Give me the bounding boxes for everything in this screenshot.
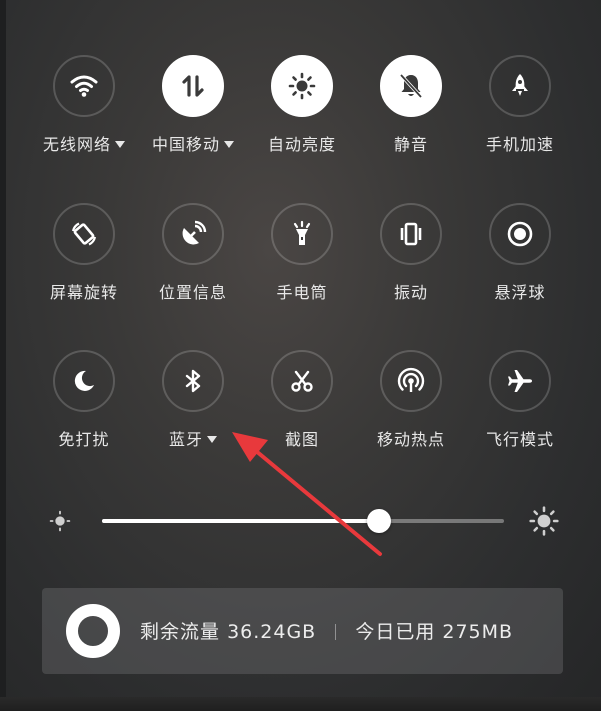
data-usage-ring-icon <box>66 603 120 658</box>
vibrate-toggle-circle[interactable] <box>380 203 442 265</box>
phone-boost-toggle-circle[interactable] <box>489 55 551 117</box>
wifi-icon <box>70 75 98 97</box>
brightness-high-icon <box>529 506 559 536</box>
toggle-bluetooth[interactable]: 蓝牙 <box>140 350 250 470</box>
auto-brightness-label: 自动亮度 <box>267 135 336 154</box>
do-not-disturb-label: 免打扰 <box>58 430 110 449</box>
remaining-data-value: 36.24GB <box>227 621 317 643</box>
brightness-slider-fill <box>102 519 380 523</box>
toggle-location[interactable]: 位置信息 <box>140 203 250 323</box>
moon-icon <box>74 370 94 391</box>
floating-ball-label: 悬浮球 <box>494 283 546 302</box>
hotspot-toggle-circle[interactable] <box>380 350 442 412</box>
data-usage-text: 剩余流量 36.24GB 今日已用 275MB <box>140 617 513 644</box>
floating-ball-icon <box>507 221 533 247</box>
wifi-label: 无线网络 <box>31 131 137 155</box>
mobile-data-label: 中国移动 <box>140 131 246 155</box>
today-usage-value: 275MB <box>442 621 514 643</box>
mobile-data-label-text: 中国移动 <box>151 135 220 154</box>
screenshot-label: 截图 <box>284 430 319 449</box>
vibrate-label: 振动 <box>393 283 428 302</box>
mute-bell-icon <box>399 73 423 99</box>
location-label: 位置信息 <box>158 283 227 302</box>
phone-boost-label: 手机加速 <box>485 135 554 154</box>
toggle-wifi[interactable]: 无线网络 <box>31 55 141 175</box>
brightness-low-icon <box>49 510 71 532</box>
scissors-icon <box>291 370 313 392</box>
brightness-slider-track[interactable] <box>102 519 504 523</box>
remaining-data-label: 剩余流量 <box>140 621 221 643</box>
bottom-edge <box>0 697 601 711</box>
toggle-mobile-data[interactable]: 中国移动 <box>140 55 250 175</box>
airplane-icon <box>508 370 532 392</box>
toggle-flashlight[interactable]: 手电筒 <box>249 203 359 323</box>
brightness-slider-row <box>0 500 601 540</box>
wifi-label-text: 无线网络 <box>42 135 111 154</box>
bluetooth-toggle-circle[interactable] <box>162 350 224 412</box>
toggle-floating-ball[interactable]: 悬浮球 <box>467 203 577 323</box>
brightness-auto-icon <box>288 72 316 100</box>
vibrate-icon <box>400 222 422 246</box>
airplane-mode-toggle-circle[interactable] <box>489 350 551 412</box>
bluetooth-caret-icon[interactable] <box>207 436 217 443</box>
rotate-icon <box>71 222 97 246</box>
location-toggle-circle[interactable] <box>162 203 224 265</box>
bluetooth-icon <box>185 369 201 393</box>
data-usage-divider <box>335 624 337 640</box>
mute-toggle-circle[interactable] <box>380 55 442 117</box>
auto-brightness-toggle-circle[interactable] <box>271 55 333 117</box>
do-not-disturb-toggle-circle[interactable] <box>53 350 115 412</box>
bluetooth-label: 蓝牙 <box>140 426 246 450</box>
screenshot-toggle-circle[interactable] <box>271 350 333 412</box>
mobile-data-icon <box>182 75 204 97</box>
brightness-slider-thumb[interactable] <box>367 509 392 533</box>
toggle-screen-rotation[interactable]: 屏幕旋转 <box>31 203 141 323</box>
mobile-data-toggle-circle[interactable] <box>162 55 224 117</box>
flashlight-label: 手电筒 <box>276 283 328 302</box>
screen-rotation-label: 屏幕旋转 <box>49 283 118 302</box>
data-usage-card[interactable]: 剩余流量 36.24GB 今日已用 275MB <box>42 588 563 674</box>
location-icon <box>182 220 207 245</box>
floating-ball-toggle-circle[interactable] <box>489 203 551 265</box>
flashlight-toggle-circle[interactable] <box>271 203 333 265</box>
today-usage-label: 今日已用 <box>355 621 436 643</box>
left-edge <box>0 0 6 711</box>
hotspot-icon <box>397 367 425 392</box>
toggle-screenshot[interactable]: 截图 <box>249 350 359 470</box>
hotspot-label: 移动热点 <box>376 430 445 449</box>
toggle-vibrate[interactable]: 振动 <box>358 203 468 323</box>
toggle-mute[interactable]: 静音 <box>358 55 468 175</box>
screen-rotation-toggle-circle[interactable] <box>53 203 115 265</box>
toggle-airplane-mode[interactable]: 飞行模式 <box>467 350 577 470</box>
mute-label: 静音 <box>393 135 428 154</box>
toggle-hotspot[interactable]: 移动热点 <box>358 350 468 470</box>
toggle-do-not-disturb[interactable]: 免打扰 <box>31 350 141 470</box>
toggle-phone-boost[interactable]: 手机加速 <box>467 55 577 175</box>
toggle-auto-brightness[interactable]: 自动亮度 <box>249 55 359 175</box>
rocket-icon <box>512 74 528 96</box>
wifi-toggle-circle[interactable] <box>53 55 115 117</box>
mobile-data-caret-icon[interactable] <box>224 141 234 148</box>
wifi-caret-icon[interactable] <box>115 141 125 148</box>
bluetooth-label-text: 蓝牙 <box>168 430 203 449</box>
flashlight-icon <box>293 220 311 245</box>
airplane-mode-label: 飞行模式 <box>485 430 554 449</box>
